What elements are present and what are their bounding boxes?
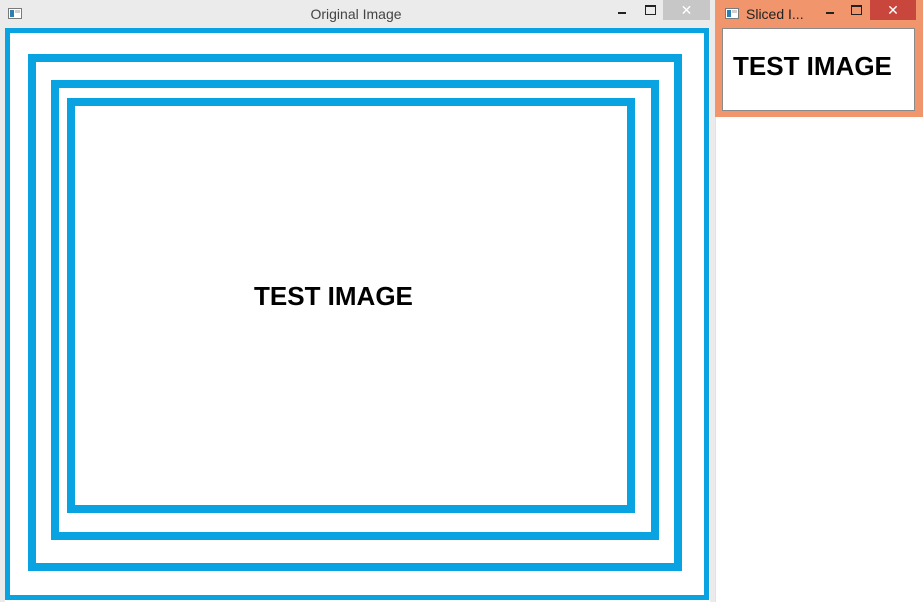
original-image-canvas: TEST IMAGE xyxy=(5,28,710,602)
original-maximize-button[interactable] xyxy=(637,0,663,20)
original-image-window: Original Image ✕ TEST IMAGE xyxy=(0,0,715,602)
sliced-image-canvas: TEST IMAGE xyxy=(722,28,915,111)
sliced-close-button[interactable]: ✕ xyxy=(870,0,916,20)
app-window-icon[interactable] xyxy=(725,8,739,19)
desktop-background xyxy=(715,117,923,602)
original-minimize-button[interactable] xyxy=(609,0,635,20)
sliced-maximize-button[interactable] xyxy=(843,0,869,20)
original-close-button[interactable]: ✕ xyxy=(663,0,710,20)
original-image-text: TEST IMAGE xyxy=(254,281,413,311)
sliced-image-window: Sliced I... ✕ TEST IMAGE xyxy=(715,0,923,117)
original-image-title: Original Image xyxy=(310,6,402,22)
sliced-image-title: Sliced I... xyxy=(746,6,804,22)
sliced-minimize-button[interactable] xyxy=(817,0,843,20)
original-image-titlebar[interactable]: Original Image ✕ xyxy=(0,0,715,28)
sliced-image-text: TEST IMAGE xyxy=(733,51,892,81)
